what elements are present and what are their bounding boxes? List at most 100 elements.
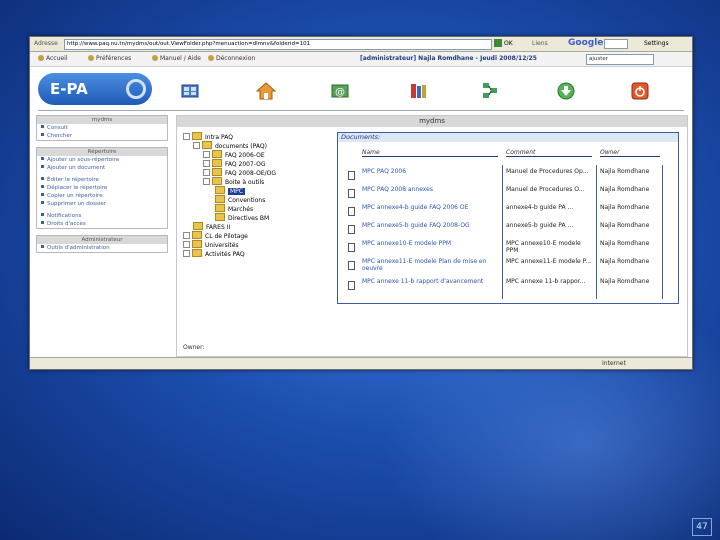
nav-manuel[interactable]: Manuel / Aide — [152, 55, 201, 62]
bullet-icon — [41, 193, 44, 196]
sidebar-item-move-folder[interactable]: Déplacer le répertoire — [37, 184, 167, 192]
document-owner: Najla Romdhane — [600, 222, 650, 229]
tree-node[interactable]: FAQ 2008-OE/OG — [203, 168, 276, 177]
tree-node[interactable]: FAQ 2006-OE — [203, 150, 265, 159]
document-owner: Najla Romdhane — [600, 258, 650, 265]
collapse-icon[interactable] — [203, 178, 210, 185]
expand-icon[interactable] — [203, 169, 210, 176]
go-button[interactable]: OK — [504, 40, 513, 47]
home-icon[interactable] — [256, 81, 276, 101]
document-comment: annexe5-b guide PA ... — [506, 222, 574, 229]
document-row[interactable]: MPC PAQ 2008 annexes Manuel de Procedure… — [338, 185, 678, 203]
document-comment: Manuel de Procedures O... — [506, 186, 585, 193]
main-title: mydms — [177, 116, 687, 127]
sidebar-item-copy-folder[interactable]: Copier un répertoire — [37, 192, 167, 200]
document-row[interactable]: MPC annexe4-b guide FAQ 2006 OE annexe4-… — [338, 203, 678, 221]
sidebar: mydms Consult Chercher Répertoire Ajoute… — [36, 115, 168, 259]
go-arrow-icon[interactable] — [494, 39, 502, 47]
tree-node[interactable]: FAQ 2007-OG — [203, 159, 266, 168]
column-owner[interactable]: Owner — [600, 149, 660, 157]
banner-divider — [38, 110, 684, 111]
folder-icon — [212, 177, 222, 185]
sidebar-item-admin-tools[interactable]: Outils d'administration — [37, 244, 167, 252]
document-name-link[interactable]: MPC annexe 11-b rapport d'avancement — [362, 278, 498, 285]
folder-icon — [193, 222, 203, 230]
grid-icon[interactable] — [180, 81, 200, 101]
expand-icon[interactable] — [183, 250, 190, 257]
user-info: [administrateur] Najla Romdhane - Jeudi … — [360, 55, 537, 62]
links-label[interactable]: Liens — [532, 40, 548, 47]
mail-icon[interactable]: @ — [330, 81, 350, 101]
documents-header: Documents: — [338, 133, 678, 142]
nav-preferences[interactable]: Préférences — [88, 55, 131, 62]
expand-icon[interactable] — [203, 151, 210, 158]
document-icon — [348, 243, 355, 252]
document-name-link[interactable]: MPC annexe4-b guide FAQ 2006 OE — [362, 204, 498, 211]
bullet-icon — [41, 165, 44, 168]
tree-node[interactable]: Boite à outils — [203, 177, 264, 186]
tree-node[interactable]: Activités PAQ — [183, 249, 245, 258]
column-comment[interactable]: Comment — [506, 149, 592, 157]
documents-panel: Documents: Name Comment Owner MPC PAQ 20… — [337, 132, 679, 304]
sidebar-item-add-document[interactable]: Ajouter un document — [37, 164, 167, 172]
network-icon[interactable] — [480, 81, 500, 101]
bullet-icon — [41, 245, 44, 248]
document-row[interactable]: MPC annexe11-E modele Plan de mise en oe… — [338, 257, 678, 275]
tree-node-selected[interactable]: MPC — [215, 186, 245, 195]
document-comment: annexe4-b guide PA ... — [506, 204, 574, 211]
expand-icon[interactable] — [183, 232, 190, 239]
sidebar-item-consult[interactable]: Consult — [37, 124, 167, 132]
url-input[interactable]: http://www.paq.nu.tn/mydms/out/out.ViewF… — [64, 39, 492, 50]
owner-label: Owner: — [183, 344, 205, 351]
books-icon[interactable] — [408, 81, 428, 101]
bullet-icon — [41, 185, 44, 188]
folder-icon — [212, 159, 222, 167]
download-icon[interactable] — [556, 81, 576, 101]
sidebar-item-notifications[interactable]: Notifications — [37, 212, 167, 220]
expand-icon[interactable] — [183, 241, 190, 248]
tree-node[interactable]: Marchés — [215, 204, 253, 213]
tree-node[interactable]: CL de Pilotage — [183, 231, 248, 240]
folder-icon — [212, 168, 222, 176]
tree-node[interactable]: Directives BM — [215, 213, 269, 222]
sidebar-item-delete-folder[interactable]: Supprimer un dossier — [37, 200, 167, 208]
document-name-link[interactable]: MPC annexe10-E modele PPM — [362, 240, 498, 247]
document-name-link[interactable]: MPC PAQ 2008 annexes — [362, 186, 498, 193]
tree-node[interactable]: documents (PAQ) — [193, 141, 267, 150]
document-row[interactable]: MPC annexe 11-b rapport d'avancement MPC… — [338, 277, 678, 295]
collapse-icon[interactable] — [183, 133, 190, 140]
expand-icon[interactable] — [203, 160, 210, 167]
tree-node[interactable]: Conventions — [215, 195, 265, 204]
sidebar-item-add-subfolder[interactable]: Ajouter un sous-répertoire — [37, 156, 167, 164]
home-dot-icon — [38, 55, 44, 61]
power-icon[interactable] — [630, 81, 650, 101]
document-name-link[interactable]: MPC PAQ 2006 — [362, 168, 498, 175]
jump-select[interactable]: ajuster — [586, 54, 654, 65]
folder-icon — [192, 132, 202, 140]
document-owner: Najla Romdhane — [600, 278, 650, 285]
document-row[interactable]: MPC PAQ 2006 Manuel de Procedures Op... … — [338, 167, 678, 185]
nav-deconnexion[interactable]: Déconnexion — [208, 55, 255, 62]
nav-accueil[interactable]: Accueil — [38, 55, 67, 62]
sidebar-item-access-rights[interactable]: Droits d'accès — [37, 220, 167, 228]
sidebar-section-title: mydms — [37, 116, 167, 124]
bullet-icon — [41, 133, 44, 136]
sidebar-item-edit-folder[interactable]: Éditer le répertoire — [37, 176, 167, 184]
document-name-link[interactable]: MPC annexe5-b guide FAQ 2008-OG — [362, 222, 498, 229]
sidebar-section-repertoire: Répertoire Ajouter un sous-répertoire Aj… — [36, 147, 168, 229]
settings-button[interactable]: Settings — [644, 40, 669, 47]
document-row[interactable]: MPC annexe5-b guide FAQ 2008-OG annexe5-… — [338, 221, 678, 239]
collapse-icon[interactable] — [193, 142, 200, 149]
logout-dot-icon — [208, 55, 214, 61]
address-label: Adresse — [34, 40, 58, 47]
sidebar-item-chercher[interactable]: Chercher — [37, 132, 167, 140]
tree-node[interactable]: Universités — [183, 240, 239, 249]
tree-node[interactable]: FARES II — [193, 222, 230, 231]
google-search-input[interactable] — [604, 39, 628, 49]
document-owner: Najla Romdhane — [600, 204, 650, 211]
document-name-link[interactable]: MPC annexe11-E modele Plan de mise en oe… — [362, 258, 498, 272]
folder-icon — [215, 195, 225, 203]
column-name[interactable]: Name — [362, 149, 498, 157]
tree-node[interactable]: Intra PAQ — [183, 132, 233, 141]
document-row[interactable]: MPC annexe10-E modele PPM MPC annexe10-E… — [338, 239, 678, 257]
